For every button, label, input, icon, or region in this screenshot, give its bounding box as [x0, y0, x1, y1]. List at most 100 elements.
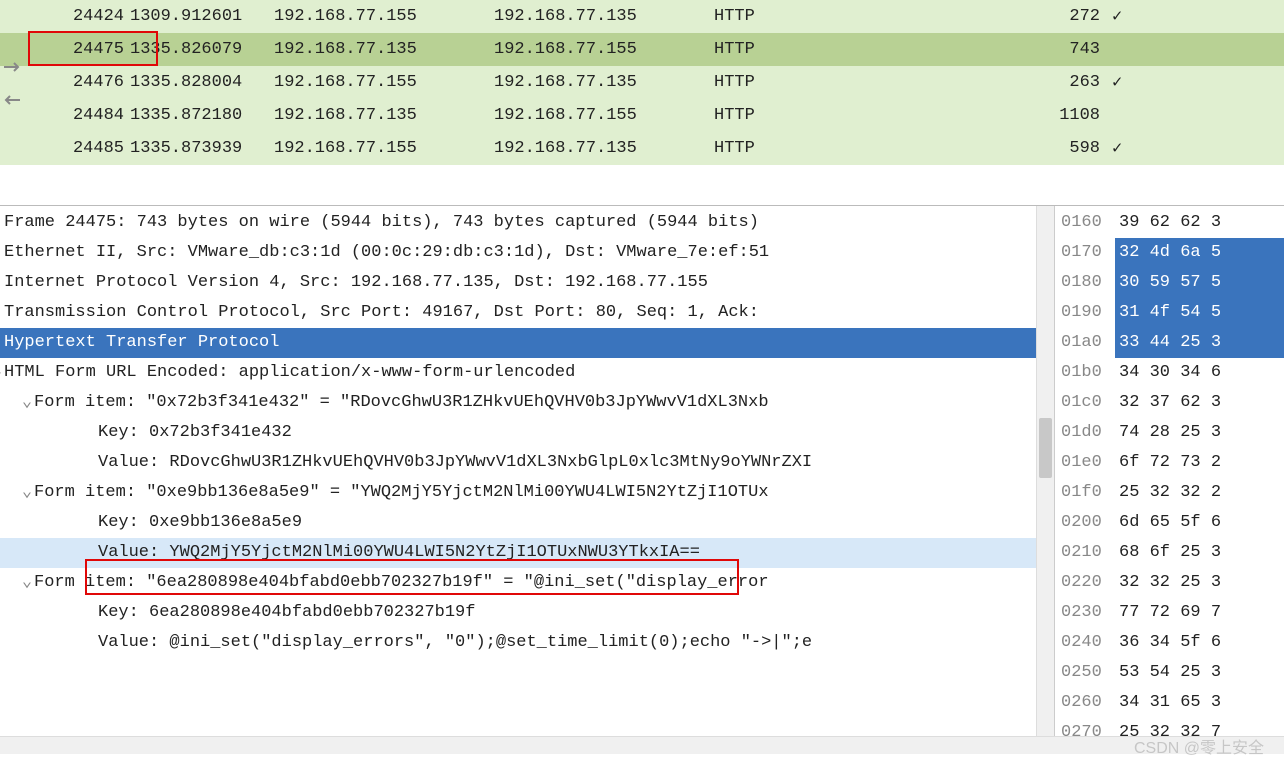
tree-eth[interactable]: ›Ethernet II, Src: VMware_db:c3:1d (00:0…	[0, 238, 1054, 268]
hex-offset: 01c0	[1055, 388, 1115, 418]
tree-form-encoded[interactable]: ⌄HTML Form URL Encoded: application/x-ww…	[0, 358, 1054, 388]
hex-offset: 0250	[1055, 658, 1115, 688]
hex-row[interactable]: 027025 32 32 7	[1055, 718, 1284, 736]
hex-bytes: 34 30 34 6	[1115, 358, 1284, 388]
hex-row[interactable]: 019031 4f 54 5	[1055, 298, 1284, 328]
col-no: 24485	[24, 139, 124, 158]
hex-row[interactable]: 01e06f 72 73 2	[1055, 448, 1284, 478]
hex-offset: 0180	[1055, 268, 1115, 298]
packet-row[interactable]: 244761335.828004192.168.77.155192.168.77…	[0, 66, 1284, 99]
col-dest: 192.168.77.135	[488, 139, 708, 158]
col-length: 598	[988, 139, 1100, 158]
col-info: ✓	[1100, 138, 1284, 159]
col-source: 192.168.77.135	[268, 106, 488, 125]
tree-form-item-2[interactable]: ⌄Form item: "0xe9bb136e8a5e9" = "YWQ2MjY…	[0, 478, 1054, 508]
hex-bytes: 6f 72 73 2	[1115, 448, 1284, 478]
hex-offset: 0260	[1055, 688, 1115, 718]
tree-http[interactable]: ›Hypertext Transfer Protocol	[0, 328, 1054, 358]
hex-row[interactable]: 017032 4d 6a 5	[1055, 238, 1284, 268]
tree-ip[interactable]: ›Internet Protocol Version 4, Src: 192.1…	[0, 268, 1054, 298]
col-info: ✓	[1100, 6, 1284, 27]
hex-bytes: 53 54 25 3	[1115, 658, 1284, 688]
hex-row[interactable]: 01b034 30 34 6	[1055, 358, 1284, 388]
hex-bytes: 74 28 25 3	[1115, 418, 1284, 448]
hex-offset: 0270	[1055, 718, 1115, 736]
hex-offset: 0220	[1055, 568, 1115, 598]
hex-row[interactable]: 022032 32 25 3	[1055, 568, 1284, 598]
col-length: 1108	[988, 106, 1100, 125]
hex-row[interactable]: 024036 34 5f 6	[1055, 628, 1284, 658]
tree-key-1[interactable]: Key: 0x72b3f341e432	[0, 418, 1054, 448]
packet-row[interactable]: 244751335.826079192.168.77.135192.168.77…	[0, 33, 1284, 66]
col-time: 1335.826079	[124, 40, 268, 59]
hex-row[interactable]: 021068 6f 25 3	[1055, 538, 1284, 568]
col-protocol: HTTP	[708, 73, 988, 92]
hex-row[interactable]: 02006d 65 5f 6	[1055, 508, 1284, 538]
hex-offset: 0200	[1055, 508, 1115, 538]
check-icon: ✓	[1106, 74, 1122, 93]
hex-offset: 01b0	[1055, 358, 1115, 388]
chevron-down-icon[interactable]: ⌄	[20, 388, 34, 418]
check-icon: ✓	[1106, 8, 1122, 27]
col-time: 1335.872180	[124, 106, 268, 125]
col-info: ✓	[1100, 72, 1284, 93]
scrollbar-thumb[interactable]	[1039, 418, 1052, 478]
hex-bytes: 32 32 25 3	[1115, 568, 1284, 598]
tree-form-item-3[interactable]: ⌄Form item: "6ea280898e404bfabd0ebb70232…	[0, 568, 1054, 598]
col-source: 192.168.77.155	[268, 7, 488, 26]
hex-bytes: 39 62 62 3	[1115, 208, 1284, 238]
col-time: 1335.828004	[124, 73, 268, 92]
hex-offset: 0230	[1055, 598, 1115, 628]
hex-bytes: 36 34 5f 6	[1115, 628, 1284, 658]
tree-value-1[interactable]: Value: RDovcGhwU3R1ZHkvUEhQVHV0b3JpYWwvV…	[0, 448, 1054, 478]
hex-row[interactable]: 01d074 28 25 3	[1055, 418, 1284, 448]
col-dest: 192.168.77.155	[488, 106, 708, 125]
tree-tcp[interactable]: ›Transmission Control Protocol, Src Port…	[0, 298, 1054, 328]
hex-offset: 0160	[1055, 208, 1115, 238]
hex-offset: 01d0	[1055, 418, 1115, 448]
chevron-down-icon[interactable]: ⌄	[20, 568, 34, 598]
packet-row[interactable]: 244851335.873939192.168.77.155192.168.77…	[0, 132, 1284, 165]
hex-bytes: 6d 65 5f 6	[1115, 508, 1284, 538]
hex-offset: 0190	[1055, 298, 1115, 328]
tree-value-2[interactable]: Value: YWQ2MjY5YjctM2NlMi00YWU4LWI5N2YtZ…	[0, 538, 1054, 568]
col-time: 1309.912601	[124, 7, 268, 26]
col-no: 24475	[24, 40, 124, 59]
hex-offset: 0240	[1055, 628, 1115, 658]
chevron-down-icon[interactable]: ⌄	[20, 478, 34, 508]
tree-value-3[interactable]: Value: @ini_set("display_errors", "0");@…	[0, 628, 1054, 658]
hex-bytes: 25 32 32 7	[1115, 718, 1284, 736]
hex-row[interactable]: 016039 62 62 3	[1055, 208, 1284, 238]
hex-row[interactable]: 025053 54 25 3	[1055, 658, 1284, 688]
tree-frame[interactable]: ›Frame 24475: 743 bytes on wire (5944 bi…	[0, 208, 1054, 238]
tree-key-3[interactable]: Key: 6ea280898e404bfabd0ebb702327b19f	[0, 598, 1054, 628]
hex-offset: 01e0	[1055, 448, 1115, 478]
col-no: 24424	[24, 7, 124, 26]
packet-list[interactable]: 244241309.912601192.168.77.155192.168.77…	[0, 0, 1284, 165]
col-time: 1335.873939	[124, 139, 268, 158]
tree-key-2[interactable]: Key: 0xe9bb136e8a5e9	[0, 508, 1054, 538]
hex-bytes: 32 37 62 3	[1115, 388, 1284, 418]
hex-row[interactable]: 018030 59 57 5	[1055, 268, 1284, 298]
hex-bytes: 77 72 69 7	[1115, 598, 1284, 628]
tree-form-item-1[interactable]: ⌄Form item: "0x72b3f341e432" = "RDovcGhw…	[0, 388, 1054, 418]
details-scrollbar[interactable]	[1036, 206, 1054, 736]
hex-bytes: 25 32 32 2	[1115, 478, 1284, 508]
col-length: 263	[988, 73, 1100, 92]
hex-bytes: 68 6f 25 3	[1115, 538, 1284, 568]
col-source: 192.168.77.155	[268, 139, 488, 158]
hex-row[interactable]: 023077 72 69 7	[1055, 598, 1284, 628]
hex-pane[interactable]: 016039 62 62 3017032 4d 6a 5018030 59 57…	[1055, 206, 1284, 736]
packet-details-pane[interactable]: ›Frame 24475: 743 bytes on wire (5944 bi…	[0, 206, 1055, 736]
hex-row[interactable]: 01c032 37 62 3	[1055, 388, 1284, 418]
col-no: 24476	[24, 73, 124, 92]
col-source: 192.168.77.135	[268, 40, 488, 59]
col-length: 272	[988, 7, 1100, 26]
horizontal-scrollbar[interactable]	[0, 736, 1284, 754]
hex-row[interactable]: 01f025 32 32 2	[1055, 478, 1284, 508]
packet-row[interactable]: 244241309.912601192.168.77.155192.168.77…	[0, 0, 1284, 33]
hex-offset: 01f0	[1055, 478, 1115, 508]
hex-row[interactable]: 026034 31 65 3	[1055, 688, 1284, 718]
packet-row[interactable]: 244841335.872180192.168.77.135192.168.77…	[0, 99, 1284, 132]
hex-row[interactable]: 01a033 44 25 3	[1055, 328, 1284, 358]
